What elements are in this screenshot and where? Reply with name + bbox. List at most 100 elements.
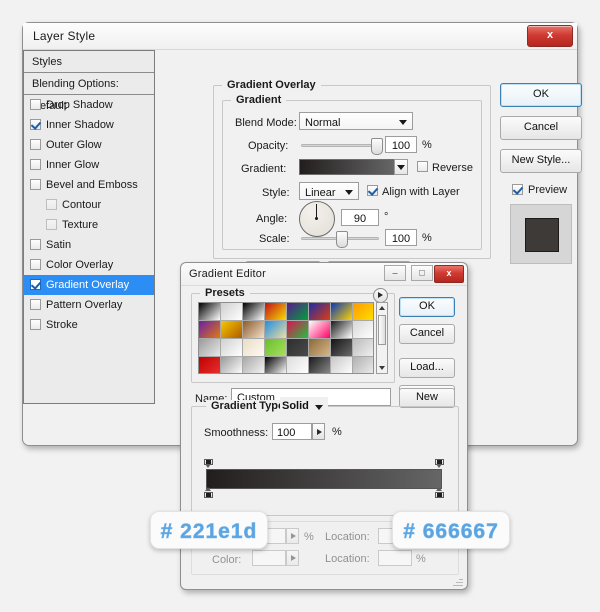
checkbox-satin[interactable] (30, 239, 41, 250)
style-row-satin[interactable]: Satin (24, 235, 154, 255)
checkbox-texture[interactable] (46, 219, 57, 230)
checkbox-preview[interactable] (512, 184, 523, 195)
preset-swatch[interactable] (353, 321, 373, 339)
checkbox-contour[interactable] (46, 199, 57, 210)
opacity-input[interactable]: 100 (385, 136, 417, 153)
blend-mode-select[interactable]: Normal (299, 112, 413, 130)
color-location-input[interactable] (378, 550, 412, 566)
presets-scrollbar[interactable] (376, 302, 388, 374)
preset-swatch[interactable] (221, 303, 243, 321)
preset-swatch[interactable] (287, 303, 309, 321)
color-stop-left[interactable] (204, 487, 213, 498)
presets-well[interactable] (198, 302, 374, 374)
preset-swatch[interactable] (243, 339, 265, 357)
preset-swatch[interactable] (331, 321, 353, 339)
scale-slider-thumb[interactable] (336, 231, 348, 248)
close-icon[interactable]: x (434, 265, 464, 283)
preset-swatch[interactable] (331, 339, 353, 357)
resize-grip-icon[interactable] (453, 576, 463, 586)
preset-swatch[interactable] (287, 339, 309, 357)
preset-swatch[interactable] (243, 303, 265, 321)
style-row-stroke[interactable]: Stroke (24, 315, 154, 335)
preset-swatch[interactable] (309, 321, 331, 339)
preset-swatch[interactable] (265, 303, 287, 321)
checkbox-bevel-and-emboss[interactable] (30, 179, 41, 190)
color-stop-right[interactable] (435, 487, 444, 498)
preset-swatch[interactable] (353, 339, 373, 357)
style-row-drop-shadow[interactable]: Drop Shadow (24, 95, 154, 115)
opacity-slider-track[interactable] (301, 144, 379, 147)
preset-swatch[interactable] (199, 303, 221, 321)
presets-menu-icon[interactable] (373, 288, 388, 303)
preset-swatch[interactable] (265, 339, 287, 357)
new-style-button[interactable]: New Style... (500, 149, 582, 173)
style-row-outer-glow[interactable]: Outer Glow (24, 135, 154, 155)
ok-button[interactable]: OK (399, 297, 455, 317)
preset-swatch[interactable] (353, 303, 373, 321)
style-select[interactable]: Linear (299, 182, 359, 200)
style-row-gradient-overlay[interactable]: Gradient Overlay (24, 275, 154, 295)
angle-input[interactable]: 90 (341, 209, 379, 226)
preset-swatch[interactable] (199, 357, 221, 373)
minimize-icon[interactable]: – (384, 265, 406, 281)
preset-swatch[interactable] (243, 321, 265, 339)
ok-button[interactable]: OK (500, 83, 582, 107)
preset-swatch[interactable] (287, 357, 309, 373)
checkbox-inner-glow[interactable] (30, 159, 41, 170)
preset-swatch[interactable] (309, 357, 331, 373)
preset-swatch[interactable] (221, 357, 243, 373)
checkbox-outer-glow[interactable] (30, 139, 41, 150)
preset-swatch[interactable] (287, 321, 309, 339)
preset-swatch[interactable] (199, 321, 221, 339)
gradient-bar[interactable] (206, 469, 442, 489)
preset-swatch[interactable] (331, 357, 353, 373)
opacity-slider-thumb[interactable] (371, 138, 383, 155)
angle-dial[interactable] (299, 201, 335, 237)
opacity-stop-right[interactable] (435, 459, 444, 468)
checkbox-stroke[interactable] (30, 319, 41, 330)
preset-swatch[interactable] (309, 303, 331, 321)
blending-options-row[interactable]: Blending Options: Default (24, 73, 154, 112)
checkbox-reverse[interactable] (417, 161, 428, 172)
new-button[interactable]: New (399, 388, 455, 408)
gradient-type-select[interactable]: Solid (280, 397, 328, 414)
style-row-color-overlay[interactable]: Color Overlay (24, 255, 154, 275)
scrollbar-thumb[interactable] (378, 315, 386, 345)
style-row-bevel-and-emboss[interactable]: Bevel and Emboss (24, 175, 154, 195)
preset-swatch[interactable] (265, 357, 287, 373)
scale-input[interactable]: 100 (385, 229, 417, 246)
checkbox-color-overlay[interactable] (30, 259, 41, 270)
preset-swatch[interactable] (243, 357, 265, 373)
scroll-up-icon[interactable] (377, 303, 387, 313)
smoothness-stepper[interactable] (312, 423, 325, 440)
preset-swatch[interactable] (221, 321, 243, 339)
preset-swatch[interactable] (309, 339, 331, 357)
close-icon[interactable]: x (527, 25, 573, 47)
style-row-inner-glow[interactable]: Inner Glow (24, 155, 154, 175)
gradient-preview-swatch[interactable] (299, 159, 395, 175)
checkbox-align-with-layer[interactable] (367, 185, 378, 196)
stop-color-swatch[interactable] (252, 550, 286, 566)
smoothness-input[interactable]: 100 (272, 423, 312, 440)
style-row-pattern-overlay[interactable]: Pattern Overlay (24, 295, 154, 315)
style-row-inner-shadow[interactable]: Inner Shadow (24, 115, 154, 135)
scroll-down-icon[interactable] (377, 363, 387, 373)
style-row-contour[interactable]: Contour (24, 195, 154, 215)
opacity-stop-left[interactable] (204, 459, 213, 468)
checkbox-drop-shadow[interactable] (30, 99, 41, 110)
cancel-button[interactable]: Cancel (399, 324, 455, 344)
style-row-texture[interactable]: Texture (24, 215, 154, 235)
load-button[interactable]: Load... (399, 358, 455, 378)
checkbox-gradient-overlay[interactable] (30, 279, 41, 290)
gradient-dropdown-button[interactable] (394, 159, 408, 175)
preset-swatch[interactable] (265, 321, 287, 339)
checkbox-pattern-overlay[interactable] (30, 299, 41, 310)
cancel-button[interactable]: Cancel (500, 116, 582, 140)
maximize-icon[interactable]: □ (411, 265, 433, 281)
checkbox-inner-shadow[interactable] (30, 119, 41, 130)
preset-swatch[interactable] (353, 357, 373, 373)
preset-swatch[interactable] (199, 339, 221, 357)
preset-swatch[interactable] (221, 339, 243, 357)
stop-opacity-stepper[interactable] (286, 528, 299, 544)
stop-color-dropdown[interactable] (286, 550, 299, 566)
